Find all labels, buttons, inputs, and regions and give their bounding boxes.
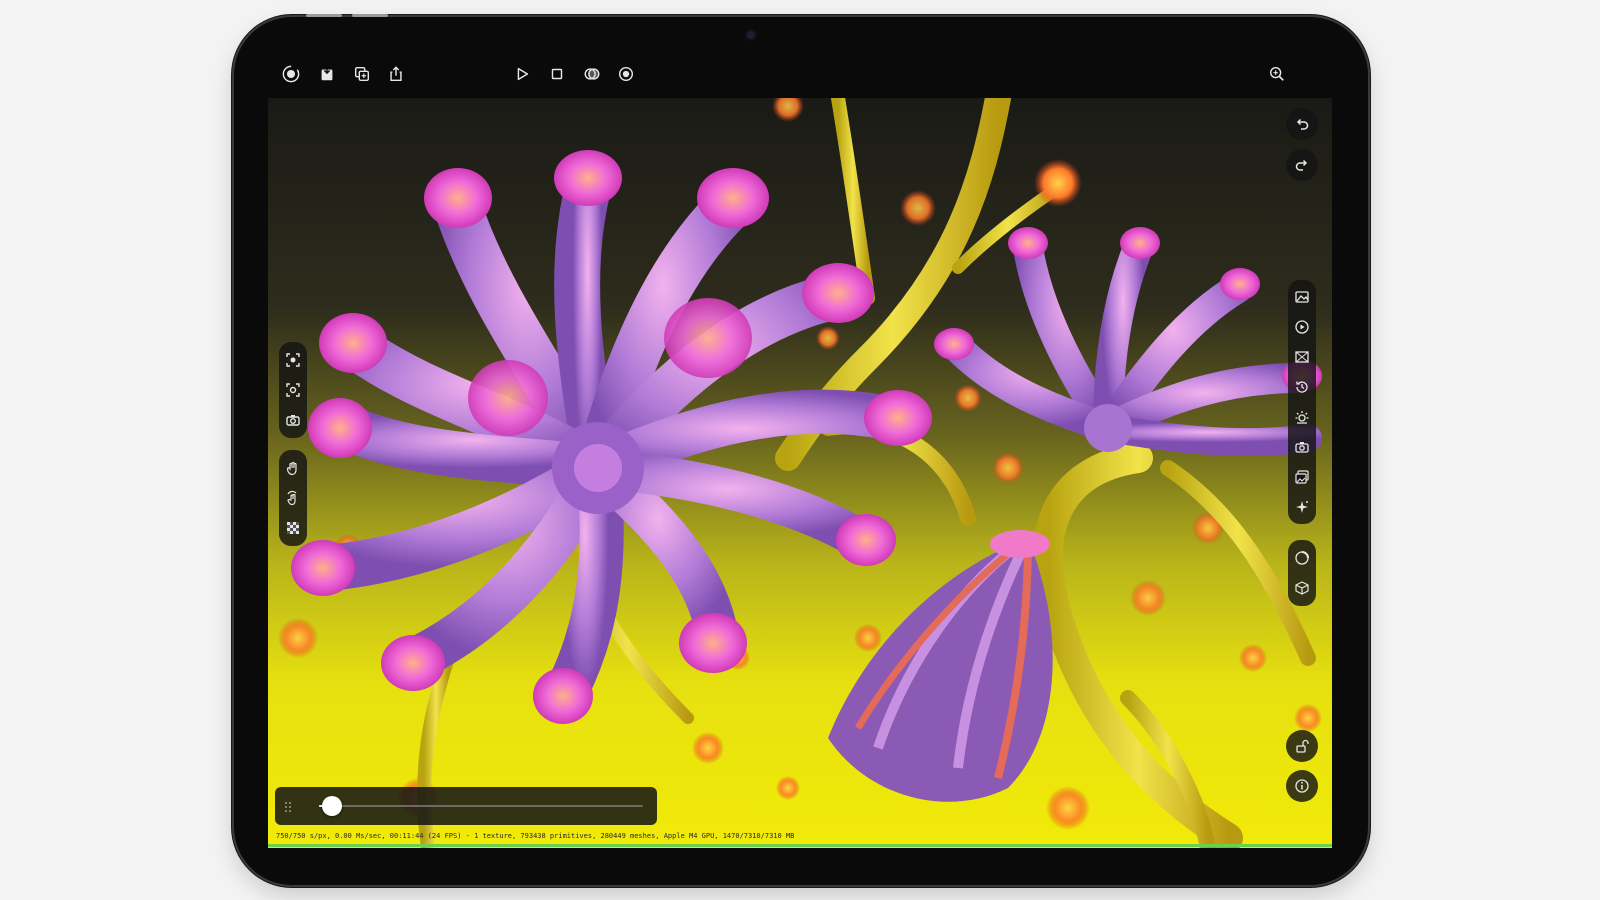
redo-icon	[1295, 159, 1308, 171]
duplicate-button[interactable]	[346, 58, 378, 90]
history-button[interactable]	[1288, 372, 1316, 402]
pan-button[interactable]	[279, 453, 307, 483]
front-camera	[747, 31, 755, 39]
right-tool-panel-bottom	[1288, 540, 1316, 606]
timeline-scrubber	[275, 787, 657, 825]
save-button[interactable]	[311, 58, 343, 90]
render-viewport[interactable]: 750/750 s/px, 0.00 Ms/sec, 00:11:44 (24 …	[268, 98, 1332, 848]
duplicate-icon	[354, 66, 370, 82]
view-mode-button[interactable]	[576, 58, 608, 90]
image-icon	[1295, 291, 1309, 303]
cone-flower	[828, 530, 1053, 802]
timeline-thumb[interactable]	[321, 796, 342, 816]
animation-button[interactable]	[1288, 312, 1316, 342]
record-button[interactable]	[275, 58, 307, 90]
left-tool-panel-top	[279, 342, 307, 438]
view-mode-icon	[584, 68, 600, 80]
checkerboard-icon	[287, 522, 299, 534]
effects-button[interactable]	[1288, 492, 1316, 522]
save-icon	[321, 66, 333, 81]
cube-icon	[1295, 581, 1309, 595]
sparkle-icon	[1296, 501, 1308, 513]
lighting-button[interactable]	[1288, 402, 1316, 432]
left-flower	[291, 150, 932, 724]
zoom-button[interactable]	[1261, 58, 1293, 90]
gallery-icon	[1295, 470, 1309, 484]
frame-select-icon	[286, 353, 300, 367]
orbit-button[interactable]	[279, 483, 307, 513]
zoom-icon	[1269, 66, 1284, 81]
stop-icon	[551, 68, 563, 80]
camera-icon	[1295, 442, 1309, 453]
play-circle-icon	[1295, 320, 1309, 334]
top-toolbar	[268, 58, 1332, 98]
camera-settings-button[interactable]	[1288, 432, 1316, 462]
rotate-hand-icon	[287, 490, 297, 506]
transparency-button[interactable]	[279, 513, 307, 543]
lock-button[interactable]	[1286, 730, 1318, 762]
play-button[interactable]	[506, 58, 538, 90]
right-tool-panel-top	[1288, 280, 1316, 524]
left-tool-panel-bottom	[279, 450, 307, 546]
undo-icon	[1296, 118, 1309, 130]
focus-icon	[286, 383, 300, 397]
focus-button[interactable]	[279, 375, 307, 405]
camera-icon	[286, 415, 300, 426]
render-progress-line	[268, 844, 1332, 847]
unlock-icon	[1296, 739, 1309, 753]
share-icon	[390, 66, 402, 82]
target-button[interactable]	[610, 58, 642, 90]
hand-icon	[286, 461, 297, 476]
sphere-icon	[1295, 551, 1309, 565]
render-status-text: 750/750 s/px, 0.00 Ms/sec, 00:11:44 (24 …	[276, 832, 795, 840]
undo-button[interactable]	[1286, 108, 1318, 140]
render-image-button[interactable]	[1288, 282, 1316, 312]
top-button	[306, 14, 342, 17]
picture-icon	[1295, 351, 1309, 363]
history-icon	[1296, 381, 1308, 393]
gallery-button[interactable]	[1288, 462, 1316, 492]
stop-button[interactable]	[541, 58, 573, 90]
frame-select-button[interactable]	[279, 345, 307, 375]
share-button[interactable]	[380, 58, 412, 90]
redo-button[interactable]	[1286, 149, 1318, 181]
rendered-scene	[278, 98, 1322, 848]
target-icon	[618, 66, 634, 82]
info-button[interactable]	[1286, 770, 1318, 802]
top-button	[352, 14, 388, 17]
timeline-track[interactable]	[319, 805, 643, 807]
drag-handle[interactable]	[284, 800, 292, 812]
right-flower	[934, 159, 1322, 457]
info-icon	[1295, 779, 1309, 793]
environment-button[interactable]	[1288, 342, 1316, 372]
camera-snapshot-button[interactable]	[279, 405, 307, 435]
grip-icon	[285, 802, 291, 812]
sun-icon	[1295, 411, 1309, 424]
play-icon	[517, 67, 529, 81]
material-button[interactable]	[1288, 543, 1316, 573]
geometry-button[interactable]	[1288, 573, 1316, 603]
record-icon	[282, 65, 300, 83]
